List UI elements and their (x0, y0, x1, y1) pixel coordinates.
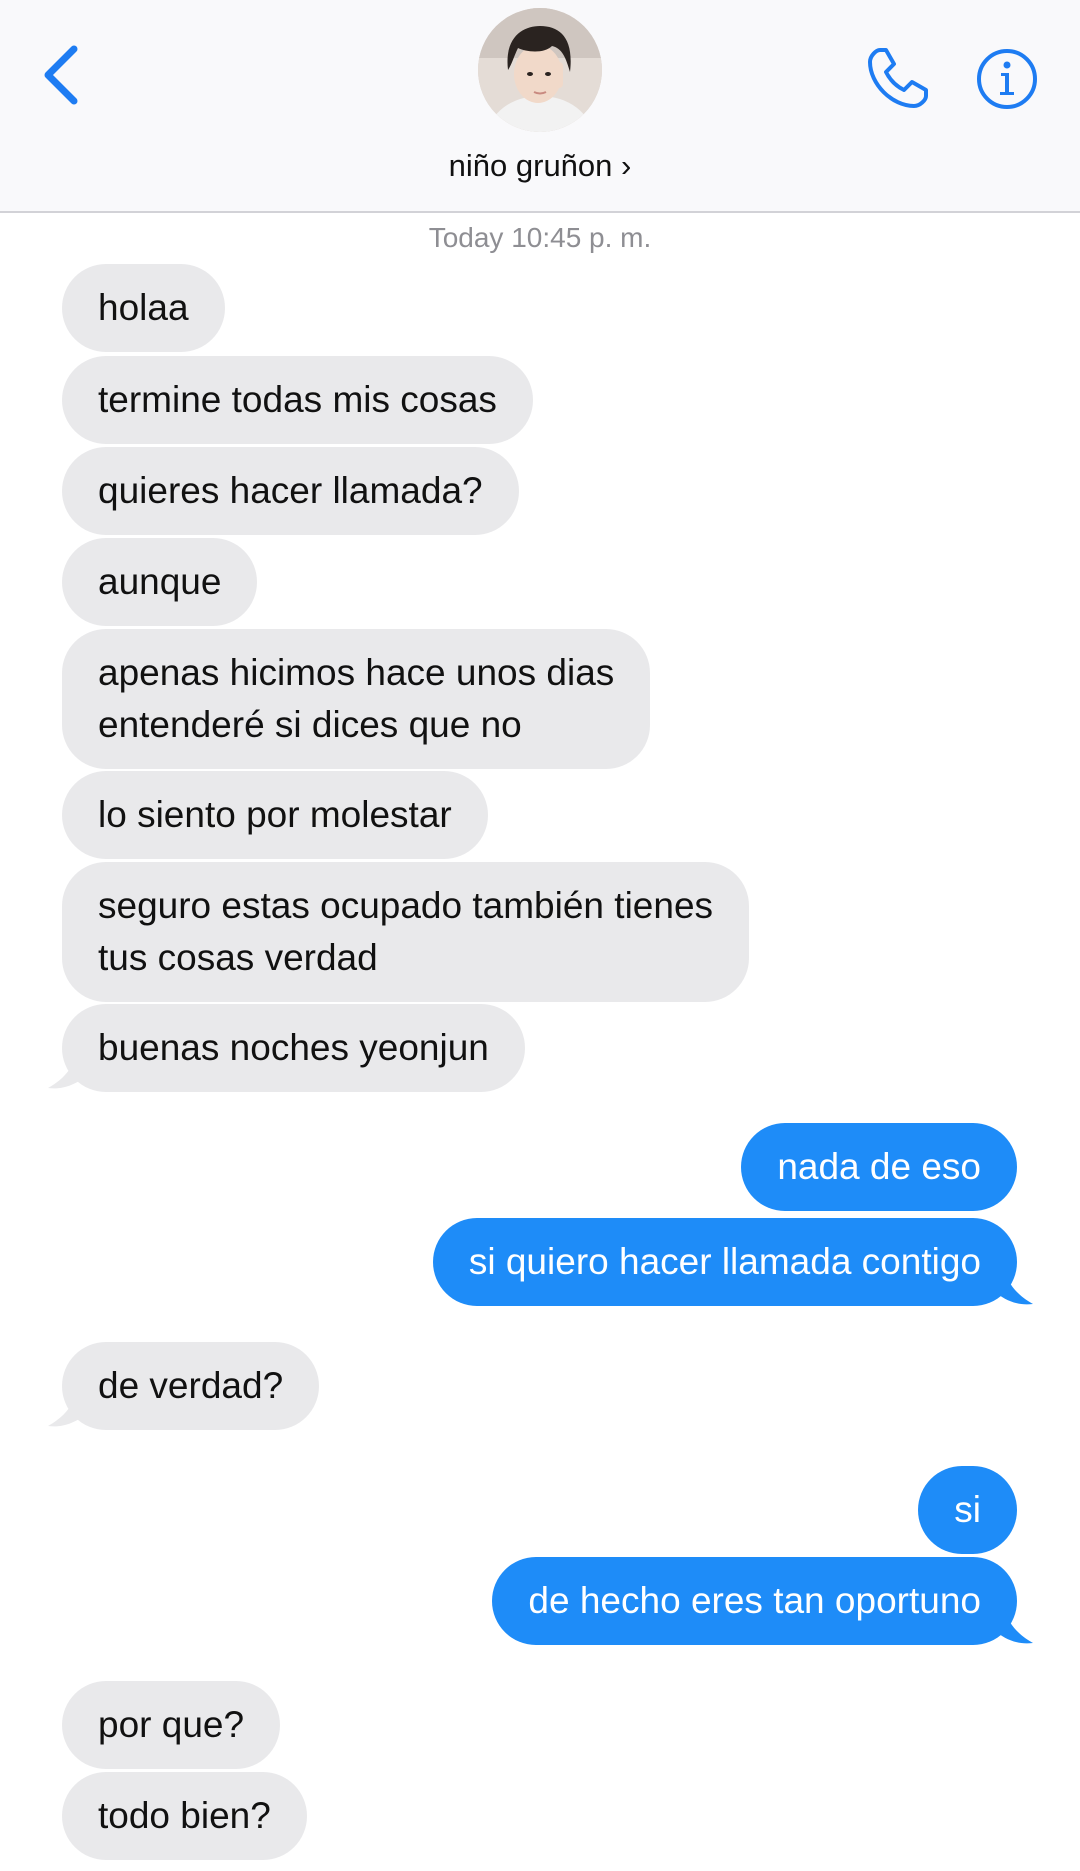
outgoing-message[interactable]: de hecho eres tan oportuno (492, 1557, 1017, 1645)
message-text: si (954, 1489, 981, 1530)
conversation-timestamp: Today 10:45 p. m. (0, 222, 1080, 254)
incoming-message[interactable]: quieres hacer llamada? (62, 447, 519, 535)
message-text: buenas noches yeonjun (98, 1027, 489, 1068)
incoming-message[interactable]: de verdad? (62, 1342, 320, 1430)
message-text: de verdad? (98, 1365, 284, 1406)
message-text-line: apenas hicimos hace unos dias (98, 652, 615, 693)
call-button[interactable] (862, 44, 932, 114)
phone-icon (868, 48, 928, 108)
outgoing-message[interactable]: si (918, 1466, 1017, 1554)
incoming-message[interactable]: lo siento por molestar (62, 771, 488, 859)
outgoing-message[interactable]: si quiero hacer llamada contigo (432, 1218, 1017, 1306)
message-text: aunque (98, 561, 222, 602)
incoming-bubble-tail (48, 1050, 86, 1089)
incoming-message[interactable]: por que? (62, 1681, 281, 1769)
incoming-message[interactable]: termine todas mis cosas (62, 356, 533, 444)
contact-name[interactable]: niño gruñon › (0, 148, 1080, 184)
outgoing-bubble-tail (995, 1605, 1033, 1644)
incoming-message[interactable]: apenas hicimos hace unos dias entenderé … (62, 629, 651, 769)
message-text: nada de eso (777, 1146, 981, 1187)
incoming-message[interactable]: todo bien? (62, 1772, 307, 1860)
message-text: holaa (98, 287, 189, 328)
message-text-line: seguro estas ocupado también tienes (98, 885, 714, 926)
incoming-message[interactable]: aunque (62, 538, 258, 626)
incoming-message[interactable]: holaa (62, 264, 225, 352)
message-text: todo bien? (98, 1795, 271, 1836)
message-text: de hecho eres tan oportuno (528, 1580, 981, 1621)
message-text: lo siento por molestar (98, 794, 452, 835)
contact-avatar[interactable] (478, 8, 602, 132)
info-button[interactable] (972, 44, 1042, 114)
info-icon (977, 49, 1037, 109)
chevron-left-icon (44, 45, 78, 105)
incoming-message[interactable]: buenas noches yeonjun (62, 1004, 525, 1092)
message-text: termine todas mis cosas (98, 379, 497, 420)
message-text: si quiero hacer llamada contigo (468, 1241, 981, 1282)
incoming-bubble-tail (48, 1388, 86, 1427)
back-button[interactable] (30, 40, 90, 110)
outgoing-message[interactable]: nada de eso (741, 1123, 1017, 1211)
timestamp-time: 10:45 p. m. (511, 222, 652, 253)
outgoing-bubble-tail (995, 1266, 1033, 1305)
message-text: quieres hacer llamada? (98, 470, 483, 511)
message-text-line: tus cosas verdad (98, 937, 378, 978)
message-text: por que? (98, 1704, 245, 1745)
conversation-header: niño gruñon › (0, 0, 1080, 213)
incoming-message[interactable]: seguro estas ocupado también tienes tus … (62, 862, 750, 1002)
message-text-line: entenderé si dices que no (98, 704, 522, 745)
timestamp-day: Today (428, 222, 504, 253)
